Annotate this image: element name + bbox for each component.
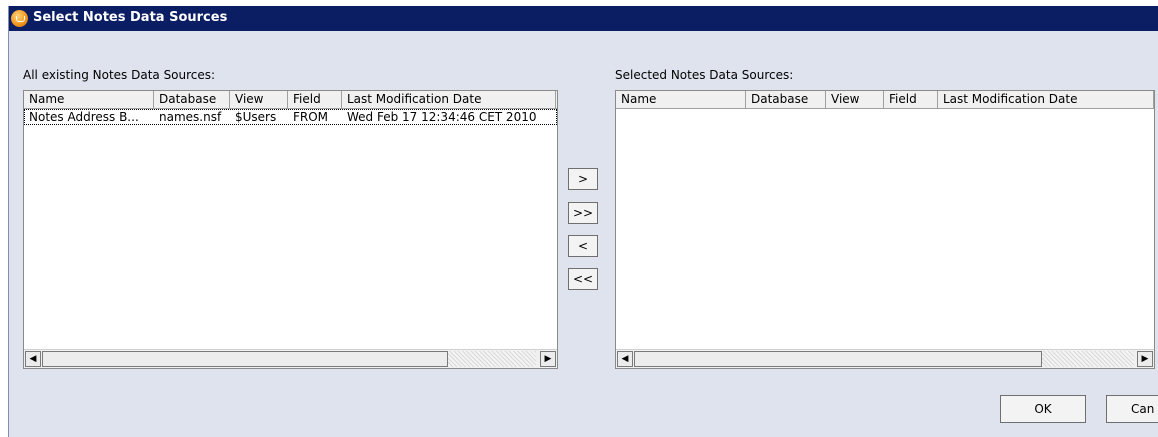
cancel-button[interactable]: Can [1106,395,1158,423]
horizontal-scrollbar[interactable]: ◀ ▶ [24,349,557,368]
dialog-window: Select Notes Data Sources All existing N… [8,6,1158,437]
selected-sources-list[interactable]: Name Database View Field Last Modificati… [615,90,1155,369]
list-header: Name Database View Field Last Modificati… [616,91,1154,109]
column-header-view[interactable]: View [230,91,288,108]
column-header-name[interactable]: Name [616,91,746,108]
window-title: Select Notes Data Sources [33,10,228,25]
table-row[interactable]: Notes Address B... names.nsf $Users FROM… [24,109,557,125]
column-header-field[interactable]: Field [884,91,938,108]
scroll-left-icon[interactable]: ◀ [25,351,41,367]
column-header-database[interactable]: Database [746,91,826,108]
horizontal-scrollbar[interactable]: ◀ ▶ [616,349,1154,368]
column-header-view[interactable]: View [826,91,884,108]
app-icon [11,10,28,27]
list-header: Name Database View Field Last Modificati… [24,91,557,109]
cell-database: names.nsf [159,110,222,124]
selected-sources-caption: Selected Notes Data Sources: [615,68,794,82]
column-header-last-modification-date[interactable]: Last Modification Date [342,91,556,108]
all-sources-list[interactable]: Name Database View Field Last Modificati… [23,90,558,369]
add-button[interactable]: > [568,168,598,190]
cell-name: Notes Address B... [29,110,139,124]
title-bar[interactable]: Select Notes Data Sources [9,6,1158,31]
ok-button[interactable]: OK [1000,395,1086,423]
remove-button[interactable]: < [568,235,598,257]
column-header-name[interactable]: Name [24,91,154,108]
scroll-track[interactable] [448,351,536,367]
scroll-right-icon[interactable]: ▶ [540,351,556,367]
scroll-left-icon[interactable]: ◀ [617,351,633,367]
scroll-right-icon[interactable]: ▶ [1137,351,1153,367]
scroll-thumb[interactable] [42,351,448,367]
cell-field: FROM [293,110,329,124]
cell-last-modification-date: Wed Feb 17 12:34:46 CET 2010 [347,110,537,124]
scroll-thumb[interactable] [634,351,1042,367]
column-header-last-modification-date[interactable]: Last Modification Date [938,91,1154,108]
cell-view: $Users [235,110,277,124]
remove-all-button[interactable]: << [568,268,598,290]
scroll-track[interactable] [1042,351,1134,367]
column-header-field[interactable]: Field [288,91,342,108]
column-header-database[interactable]: Database [154,91,230,108]
add-all-button[interactable]: >> [568,202,598,224]
all-sources-caption: All existing Notes Data Sources: [23,68,216,82]
